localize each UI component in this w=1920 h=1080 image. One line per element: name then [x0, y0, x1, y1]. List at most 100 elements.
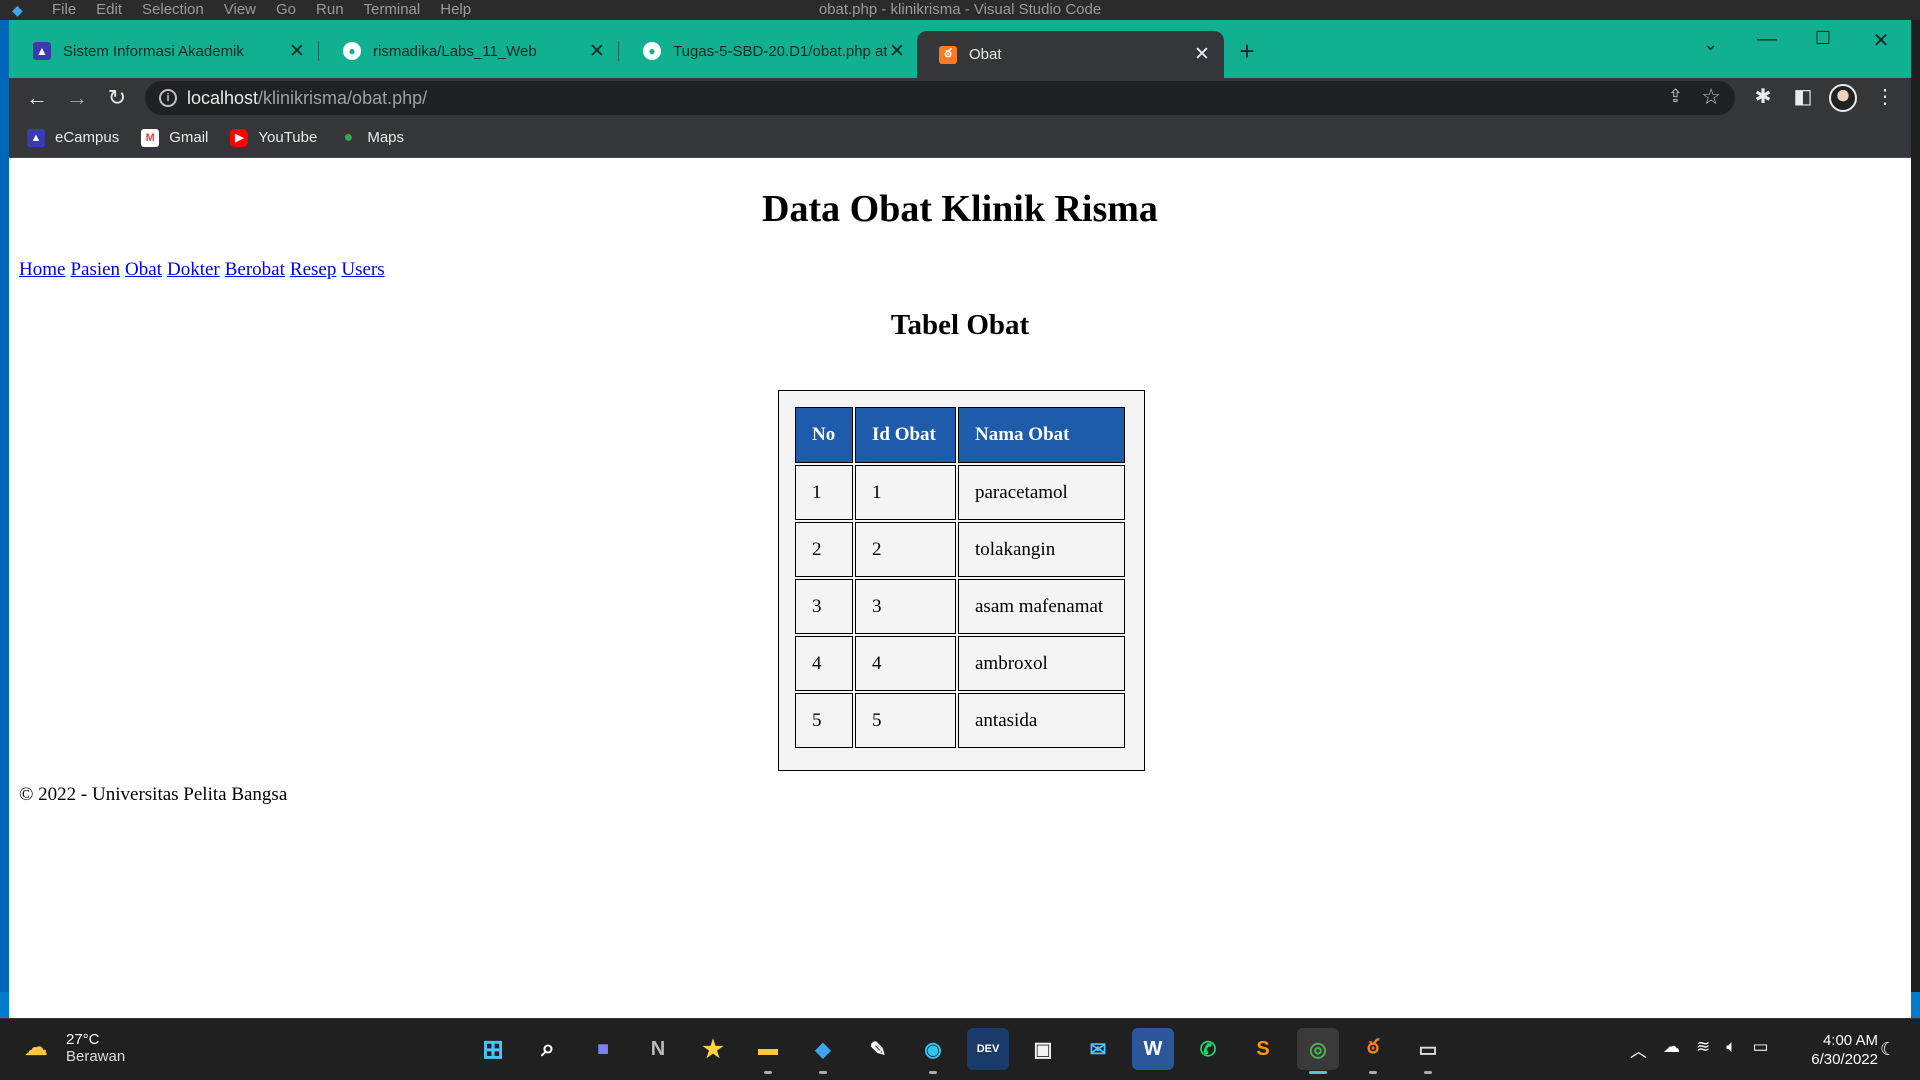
minimize-icon[interactable]: —	[1747, 28, 1787, 51]
cell-no: 4	[795, 636, 853, 691]
nav-link-home[interactable]: Home	[19, 259, 65, 280]
close-icon[interactable]: ✕	[887, 40, 907, 63]
forward-arrow-icon[interactable]: →	[61, 82, 93, 114]
mail-icon[interactable]: ✉	[1077, 1028, 1119, 1070]
nav-link-obat[interactable]: Obat	[125, 259, 162, 280]
back-arrow-icon[interactable]: ←	[21, 82, 53, 114]
bookmarks-bar: ▲ eCampus M Gmail ▶ YouTube ● Maps	[9, 118, 1911, 158]
bookmark-gmail[interactable]: M Gmail	[141, 128, 209, 147]
close-icon[interactable]: ✕	[587, 40, 607, 63]
xampp-icon[interactable]: ఠ	[1352, 1028, 1394, 1074]
weather-widget[interactable]: ☁ 27°C Berawan	[24, 1031, 125, 1065]
nav-link-users[interactable]: Users	[341, 259, 384, 280]
profile-avatar[interactable]	[1829, 84, 1857, 112]
cell-id-obat: 1	[855, 465, 956, 520]
page-nav: Home Pasien Obat Dokter Berobat Resep Users	[19, 259, 390, 281]
cell-no: 1	[795, 465, 853, 520]
site-info-icon[interactable]: i	[159, 89, 177, 107]
github-icon: ●	[643, 42, 661, 60]
table-row: 2 2 tolakangin	[795, 522, 1125, 577]
dev-cpp-icon[interactable]: DEV	[967, 1028, 1009, 1070]
file-explorer-icon[interactable]: ▬	[747, 1028, 789, 1074]
table-heading: Tabel Obat	[890, 309, 1030, 341]
vscode-icon[interactable]: ◆	[802, 1028, 844, 1074]
window-close-icon[interactable]: ✕	[1861, 28, 1901, 53]
windows-taskbar: ☁ 27°C Berawan ⊞ ⌕ ■ N ★ ▬ ◆ ✎ ◉ DEV ▣ ✉…	[0, 1018, 1920, 1080]
bookmark-youtube[interactable]: ▶ YouTube	[230, 128, 318, 147]
close-icon[interactable]: ✕	[287, 40, 307, 63]
windows-start-icon[interactable]: ⊞	[472, 1028, 514, 1070]
maximize-icon[interactable]: ☐	[1803, 28, 1843, 49]
bookmark-maps[interactable]: ● Maps	[339, 129, 404, 147]
column-header-nama-obat: Nama Obat	[958, 407, 1125, 463]
tab-tugas-5-sbd[interactable]: ● Tugas-5-SBD-20.D1/obat.php at ✕	[619, 31, 919, 71]
edge-icon[interactable]: ◉	[912, 1028, 954, 1074]
cell-nama-obat: asam mafenamat	[958, 579, 1125, 634]
star-app-icon[interactable]: ★	[692, 1028, 734, 1070]
github-icon: ●	[343, 42, 361, 60]
bookmark-ecampus[interactable]: ▲ eCampus	[27, 128, 119, 147]
obat-table: No Id Obat Nama Obat 1 1 paracetamol 2 2…	[793, 405, 1127, 750]
reload-icon[interactable]: ↻	[101, 82, 133, 114]
nav-link-berobat[interactable]: Berobat	[225, 259, 285, 280]
volume-icon[interactable]: 🔈︎	[1726, 1037, 1736, 1062]
chrome-icon[interactable]: ◎	[1297, 1028, 1339, 1074]
share-icon[interactable]: ⇪	[1668, 86, 1683, 107]
cloud-offline-icon[interactable]: ☁	[1663, 1037, 1680, 1062]
side-panel-icon[interactable]: ◧	[1789, 84, 1817, 109]
partly-cloudy-icon: ☁	[24, 1034, 48, 1061]
nav-link-resep[interactable]: Resep	[290, 259, 336, 280]
cell-no: 5	[795, 693, 853, 748]
battery-icon[interactable]: ▭	[1752, 1037, 1768, 1062]
microsoft-store-icon[interactable]: ▣	[1022, 1028, 1064, 1070]
column-header-id-obat: Id Obat	[855, 407, 956, 463]
maps-pin-icon: ●	[343, 128, 354, 146]
new-tab-button[interactable]: +	[1233, 38, 1261, 66]
vscode-title-bar: ◆ File Edit Selection View Go Run Termin…	[0, 0, 1920, 20]
tray-overflow-chevron-icon[interactable]: ︿	[1630, 1037, 1647, 1062]
bookmark-label: YouTube	[258, 129, 318, 146]
address-bar[interactable]: i localhost/klinikrisma/obat.php/ ⇪ ☆	[145, 81, 1735, 115]
close-icon[interactable]: ✕	[1192, 43, 1212, 66]
notification-moon-icon[interactable]: ☾	[1880, 1039, 1896, 1060]
tab-sistem-informasi-akademik[interactable]: ▲ Sistem Informasi Akademik ✕	[9, 31, 319, 71]
url-text[interactable]: localhost/klinikrisma/obat.php/	[187, 81, 427, 115]
nav-link-pasien[interactable]: Pasien	[70, 259, 120, 280]
gmail-icon: M	[141, 128, 160, 147]
nav-link-dokter[interactable]: Dokter	[167, 259, 220, 280]
cell-id-obat: 3	[855, 579, 956, 634]
table-row: 4 4 ambroxol	[795, 636, 1125, 691]
tab-search-chevron-icon[interactable]: ⌄	[1703, 34, 1718, 55]
whatsapp-icon[interactable]: ✆	[1187, 1028, 1229, 1070]
notion-icon[interactable]: N	[637, 1028, 679, 1070]
search-icon[interactable]: ⌕	[527, 1028, 569, 1070]
table-row: 3 3 asam mafenamat	[795, 579, 1125, 634]
sublime-text-icon[interactable]: S	[1242, 1028, 1284, 1070]
more-menu-icon[interactable]: ⋮	[1871, 84, 1899, 109]
tab-labs-11-web[interactable]: ● rismadika/Labs_11_Web ✕	[319, 31, 619, 71]
url-host: localhost	[187, 88, 259, 108]
notepad-icon[interactable]: ✎	[857, 1028, 899, 1070]
wifi-icon[interactable]: ≋	[1696, 1037, 1710, 1062]
bookmark-label: Gmail	[169, 129, 209, 146]
extensions-puzzle-icon[interactable]: ✱	[1749, 84, 1777, 109]
youtube-icon: ▶	[230, 128, 249, 147]
table-header-row: No Id Obat Nama Obat	[795, 407, 1125, 463]
weather-temperature: 27°C	[66, 1031, 100, 1048]
table-container: No Id Obat Nama Obat 1 1 paracetamol 2 2…	[778, 390, 1145, 771]
web-page: Data Obat Klinik Risma Home Pasien Obat Dok…	[9, 159, 1911, 1018]
tab-strip: ▲ Sistem Informasi Akademik ✕ ● rismadik…	[9, 20, 1911, 78]
word-icon[interactable]: W	[1132, 1028, 1174, 1070]
teams-chat-icon[interactable]: ■	[582, 1028, 624, 1070]
tab-label: Sistem Informasi Akademik	[63, 42, 244, 60]
tab-label: Obat	[969, 46, 1002, 63]
system-tray: ︿ ☁ ≋ 🔈︎ ▭	[1630, 1037, 1769, 1062]
table-row: 1 1 paracetamol	[795, 465, 1125, 520]
system-clock[interactable]: 4:00 AM 6/30/2022	[1790, 1031, 1878, 1069]
bookmark-star-icon[interactable]: ☆	[1701, 84, 1721, 110]
url-path: /klinikrisma/obat.php/	[258, 88, 428, 108]
tab-obat[interactable]: ఠ Obat ✕	[917, 31, 1224, 78]
terminal-icon[interactable]: ▭	[1407, 1028, 1449, 1074]
clock-date: 6/30/2022	[1811, 1051, 1878, 1068]
page-title: Data Obat Klinik Risma	[762, 188, 1158, 230]
